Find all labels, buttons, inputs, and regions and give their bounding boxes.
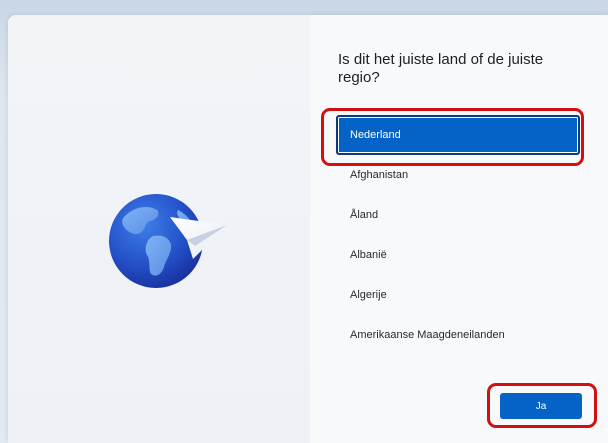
globe-paper-plane-icon (109, 194, 227, 288)
confirm-yes-button[interactable]: Ja (500, 393, 582, 419)
country-label: Algerije (350, 289, 387, 301)
illustration-pane (8, 15, 310, 443)
oobe-window: Is dit het juiste land of de juiste regi… (8, 15, 608, 443)
country-item-aland[interactable]: Åland (336, 195, 580, 235)
country-label: Albanië (350, 249, 387, 261)
country-item-afghanistan[interactable]: Afghanistan (336, 155, 580, 195)
country-list[interactable]: Nederland Afghanistan Åland Albanië Alge… (336, 115, 580, 355)
country-item-nederland[interactable]: Nederland (336, 115, 580, 155)
country-label: Afghanistan (350, 169, 409, 181)
country-label: Åland (350, 209, 379, 221)
country-item-albanie[interactable]: Albanië (336, 235, 580, 275)
country-item-amerikaanse-maagdeneilanden[interactable]: Amerikaanse Maagdeneilanden (336, 315, 580, 355)
selection-pane: Is dit het juiste land of de juiste regi… (310, 15, 608, 443)
country-label: Amerikaanse Maagdeneilanden (350, 329, 505, 341)
country-label: Nederland (350, 129, 401, 141)
country-item-algerije[interactable]: Algerije (336, 275, 580, 315)
page-title: Is dit het juiste land of de juiste regi… (338, 51, 544, 86)
